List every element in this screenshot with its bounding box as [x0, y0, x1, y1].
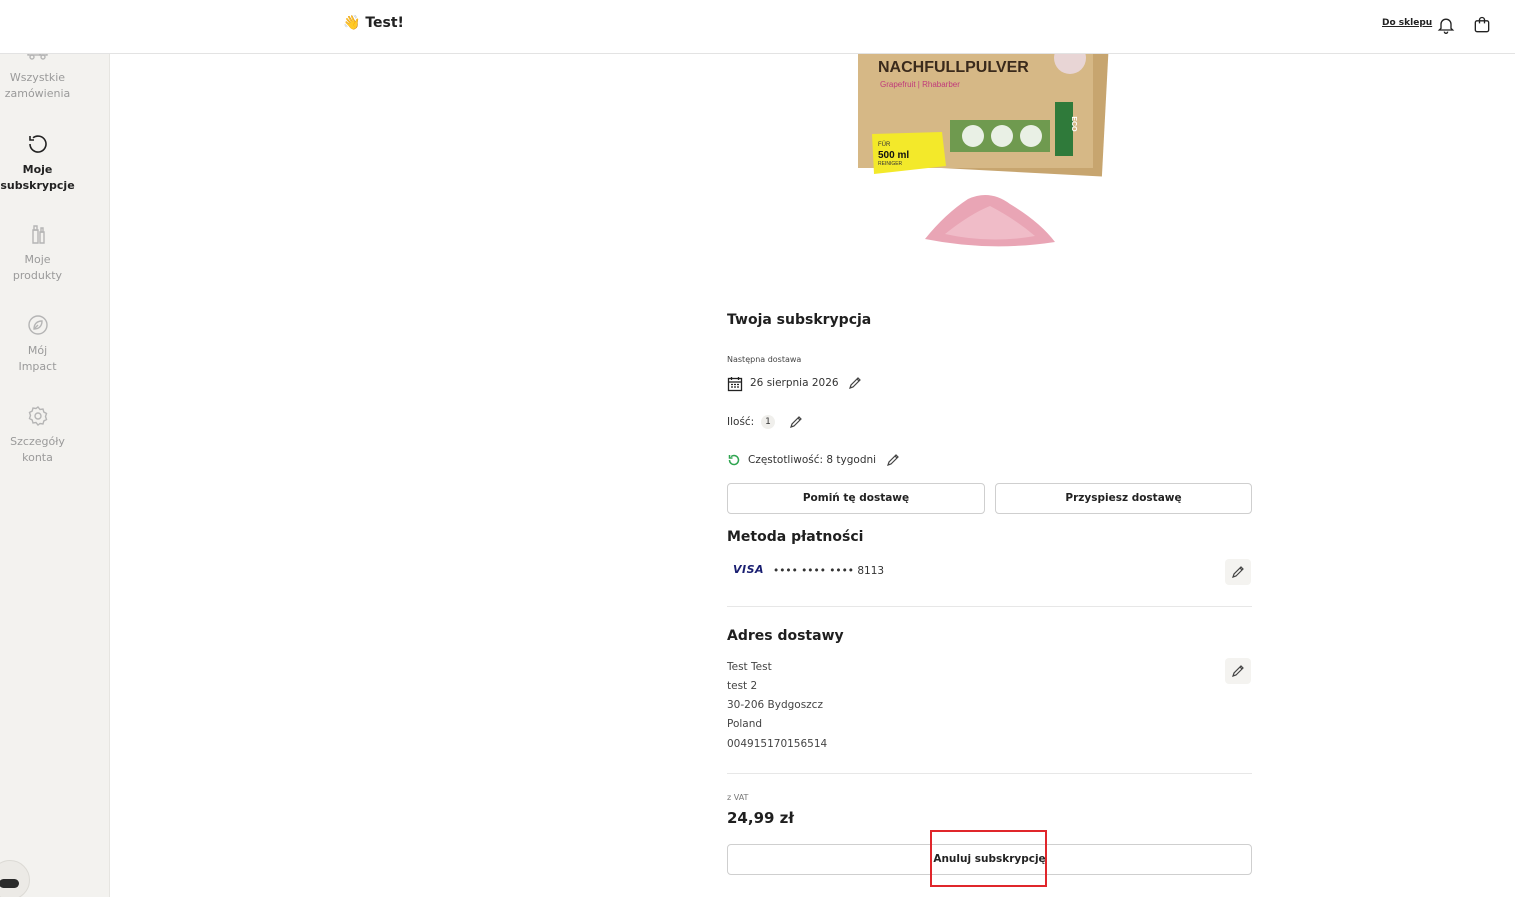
cart-icon[interactable]	[1472, 15, 1492, 35]
visa-logo: VISA	[733, 563, 765, 576]
card-number: •••• •••• •••• 8113	[773, 565, 885, 577]
address-line: Poland	[727, 718, 763, 730]
sidebar-item-all-orders[interactable]: Wszystkie zamówienia	[0, 54, 75, 102]
pencil-icon	[1232, 566, 1244, 578]
pack-badge-line3: REINIGER	[878, 161, 903, 167]
sidebar-item-label: Moje subskrypcje	[0, 163, 75, 192]
sidebar-item-label: Moje produkty	[12, 253, 63, 282]
bottles-icon	[31, 225, 45, 244]
divider	[727, 773, 1252, 774]
skip-delivery-button[interactable]: Pomiń tę dostawę	[727, 483, 985, 514]
greeting: 👋 Test!	[343, 15, 404, 31]
quantity-value: 1	[761, 415, 775, 429]
edit-payment-button[interactable]	[1225, 559, 1251, 585]
sidebar-item-label: Wszystkie zamówienia	[4, 71, 71, 100]
sidebar-item-label: Mój Impact	[18, 344, 57, 373]
calendar-icon	[727, 377, 743, 392]
address-line: 30-206 Bydgoszcz	[727, 699, 823, 711]
address-title: Adres dostawy	[727, 628, 844, 644]
edit-frequency-pencil-icon[interactable]	[886, 453, 900, 467]
pack-badge-line2: 500 ml	[878, 150, 909, 161]
divider	[727, 606, 1252, 607]
edit-date-pencil-icon[interactable]	[848, 376, 862, 390]
sidebar-item-label: Szczegóły konta	[10, 435, 65, 464]
leaf-icon	[27, 315, 48, 335]
sidebar: Wszystkie zamówienia Moje subskrypcje Mo…	[0, 54, 110, 897]
expedite-delivery-button[interactable]: Przyspiesz dostawę	[995, 483, 1252, 514]
next-delivery-date: 26 sierpnia 2026	[750, 377, 839, 389]
gear-icon	[28, 406, 47, 426]
pack-badge-line1: FÜR	[878, 141, 891, 148]
address-line: test 2	[727, 680, 758, 692]
edit-address-button[interactable]	[1225, 658, 1251, 684]
greeting-text: Test!	[365, 15, 404, 31]
product-image: NACHFULLPULVER Grapefruit | Rhabarber EC…	[858, 54, 1109, 247]
sidebar-item-subscriptions[interactable]: Moje subskrypcje	[0, 132, 75, 194]
refresh-icon	[28, 135, 47, 153]
wave-emoji-icon: 👋	[343, 15, 361, 31]
pencil-icon	[1232, 665, 1244, 677]
chat-icon	[0, 879, 19, 888]
next-delivery-label: Następna dostawa	[727, 355, 802, 364]
cancel-subscription-button[interactable]: Anuluj subskrypcję	[727, 844, 1252, 875]
sidebar-item-products[interactable]: Moje produkty	[0, 222, 75, 284]
frequency-text: Częstotliwość: 8 tygodni	[748, 454, 877, 466]
subscription-title: Twoja subskrypcja	[727, 312, 872, 328]
edit-quantity-pencil-icon[interactable]	[789, 415, 803, 429]
vat-label: z VAT	[727, 793, 749, 802]
top-header: 👋 Test! Do sklepu	[0, 0, 1515, 54]
pack-title: NACHFULLPULVER	[878, 59, 1029, 76]
payment-title: Metoda płatności	[727, 529, 864, 545]
price: 24,99 zł	[727, 809, 794, 827]
address-line: Test Test	[727, 661, 772, 673]
truck-icon	[26, 54, 48, 60]
pack-subtitle: Grapefruit | Rhabarber	[880, 80, 960, 89]
shop-link[interactable]: Do sklepu	[1382, 18, 1432, 28]
address-phone: 004915170156514	[727, 738, 828, 750]
bell-icon[interactable]	[1436, 15, 1456, 35]
sidebar-item-account[interactable]: Szczegóły konta	[0, 404, 75, 466]
quantity-label: Ilość:	[727, 416, 755, 428]
frequency-refresh-icon	[728, 454, 740, 466]
pack-side-text: ECO	[1070, 116, 1077, 132]
sidebar-item-impact[interactable]: Mój Impact	[0, 313, 75, 375]
chat-widget-button[interactable]	[0, 860, 30, 897]
